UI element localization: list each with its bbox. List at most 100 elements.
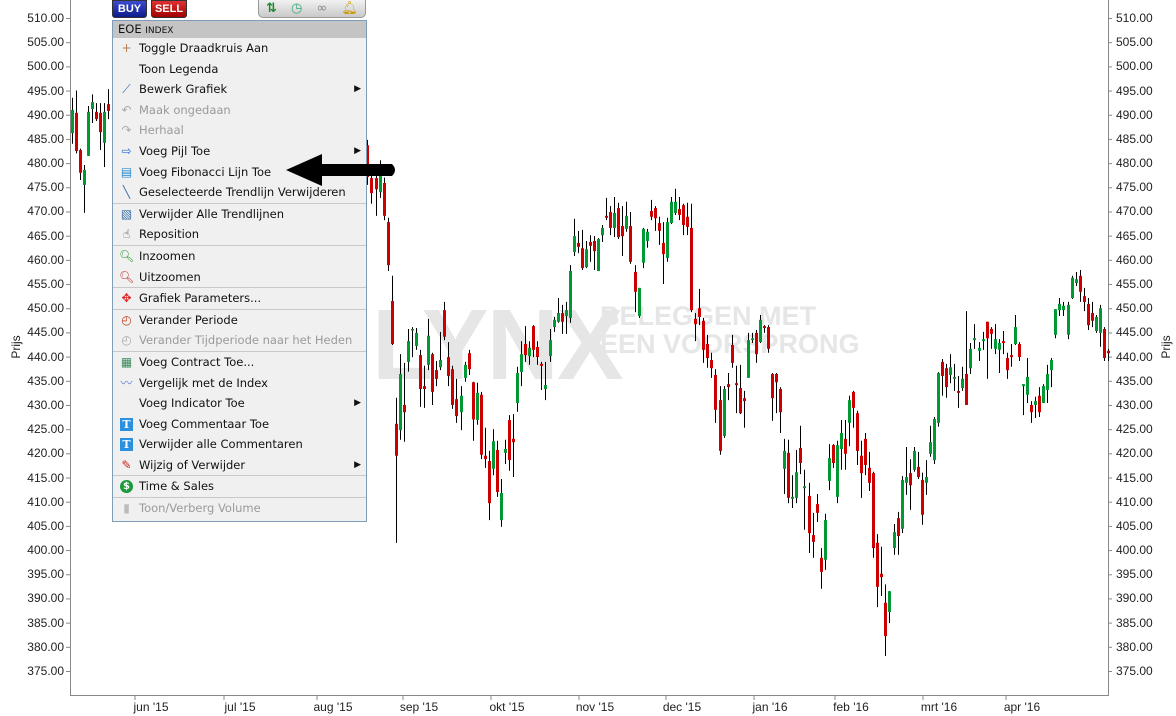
y-tick-label: 425.00 [27,422,64,437]
y-tick-label: 495.00 [27,83,64,98]
menu-item-voeg-indicator-toe[interactable]: Voeg Indicator Toe ▶ [113,393,366,414]
menu-item-grafiek-parameters[interactable]: ✥ Grafiek Parameters... [113,288,366,309]
candle-down [617,208,620,238]
candle-down [820,557,823,572]
candle-down [779,388,782,413]
candle-up [913,450,916,470]
y-tick-label: 385.00 [27,615,64,630]
candle-down [852,391,855,408]
candle-up [836,445,839,497]
candle-up [925,477,928,483]
candle-up [520,354,523,373]
candle-up [427,335,430,365]
menu-item-toggle-draadkruis-aan[interactable]: + Toggle Draadkruis Aan [113,38,366,59]
menu-item-verwijder-alle-trendlijnen[interactable]: ▧ Verwijder Alle Trendlijnen [113,204,366,225]
candle-up [476,392,479,420]
menu-item-label: Verander Periode [139,312,238,327]
menu-item-toon-verberg-volume[interactable]: ▮ Toon/Verberg Volume [113,498,366,519]
candle-down [468,353,471,370]
candle-down [799,448,802,464]
y-tick-label: 440.00 [1116,349,1153,364]
y-tick-label: 465.00 [1116,228,1153,243]
candle-down [1030,404,1033,413]
candle-down [812,535,815,542]
menu-item-herhaal[interactable]: ↷ Herhaal [113,120,366,141]
menu-item-wijzig-of-verwijder[interactable]: ✎ Wijzig of Verwijder ▶ [113,455,366,476]
arrows-up-down-icon[interactable]: ⇅ [266,1,277,16]
menu-item-uitzoomen[interactable]: 🔍︎ Uitzoomen [113,267,366,288]
y-tick-label: 375.00 [1116,663,1153,678]
candle-down [609,211,612,228]
menu-item-verander-periode[interactable]: ◴ Verander Periode [113,310,366,331]
menu-item-voeg-pijl-toe[interactable]: ⇨ Voeg Pijl Toe ▶ [113,141,366,162]
candle-down [536,346,539,358]
candle-down [581,248,584,269]
clock-icon[interactable]: ◷ [291,1,302,16]
menu-item-reposition[interactable]: ☝ Reposition [113,224,366,245]
candle-up [597,239,600,271]
candle-up [549,340,552,357]
candle-up [87,111,90,156]
candle-down [763,326,766,329]
sell-button[interactable]: SELL [151,0,187,18]
y-tick-label: 475.00 [1116,180,1153,195]
candle-down [621,225,624,237]
candle-up [492,441,495,469]
candle-down [540,363,543,366]
candle-down [921,479,924,515]
trendline-delete-icon: ╲ [122,185,131,200]
candle-down [986,321,989,339]
menu-item-toon-legenda[interactable]: Toon Legenda [113,59,366,80]
candle-up [553,319,556,328]
candle-up [91,102,94,109]
candle-down [634,271,637,292]
candle-up [464,364,467,378]
menu-item-voeg-contract-toe[interactable]: ▦ Voeg Contract Toe... [113,352,366,373]
menu-item-inzoomen[interactable]: 🔍︎ Inzoomen [113,246,366,267]
zoom-in-icon: 🔍︎ [119,248,135,263]
y-tick-label: 400.00 [27,543,64,558]
candle-down [884,602,887,637]
menu-item-label: Voeg Fibonacci Lijn Toe [139,164,272,179]
menu-item-geselecteerde-trendlijn-verwijderen[interactable]: ╲ Geselecteerde Trendlijn Verwijderen [113,182,366,203]
candle-down [860,455,863,474]
candle-down [694,318,697,325]
candle-up [905,477,908,483]
menu-item-time-sales[interactable]: $ Time & Sales [113,476,366,497]
menu-item-label: Toon Legenda [139,61,219,76]
candle-down [1002,341,1005,344]
candle-down [832,445,835,464]
menu-item-label: Toon/Verberg Volume [139,501,261,516]
menu-header: EOE INDEX [113,21,366,38]
menu-item-maak-ongedaan[interactable]: ↶ Maak ongedaan [113,100,366,121]
chain-link-icon[interactable]: ∞ [316,1,327,16]
menu-item-vergelijk-met-de-index[interactable]: 〰 Vergelijk met de Index [113,373,366,394]
x-tick-label: jun '15 [133,700,169,714]
menu-item-bewerk-grafiek[interactable]: ⟋ Bewerk Grafiek ▶ [113,79,366,100]
menu-item-voeg-commentaar-toe[interactable]: T Voeg Commentaar Toe [113,414,366,435]
y-tick-label: 420.00 [27,446,64,461]
zoom-out-icon: 🔍︎ [119,269,135,284]
candle-up [1062,305,1065,311]
buy-button[interactable]: BUY [112,0,147,18]
candle-down [706,344,709,359]
menu-item-voeg-fibonacci-lijn-toe[interactable]: ▤ Voeg Fibonacci Lijn Toe [113,162,366,183]
y-tick-label: 495.00 [1116,83,1153,98]
menu-item-verwijder-alle-commentaren[interactable]: T Verwijder alle Commentaren [113,434,366,455]
y-tick-label: 380.00 [1116,639,1153,654]
menu-item-label: Reposition [139,227,200,242]
bell-icon[interactable]: 🔔︎ [341,1,358,16]
candle-down [443,310,446,337]
candle-up [638,287,641,316]
candle-up [888,591,891,612]
candle-up [674,201,677,213]
candle-up [973,338,976,341]
menu-item-label: Voeg Pijl Toe [139,143,211,158]
candle-up [439,359,442,368]
y-tick-label: 505.00 [1116,35,1153,50]
candle-down [423,386,426,389]
menu-title-suffix: INDEX [145,26,174,36]
redo-icon: ↷ [121,123,132,138]
candle-down [856,413,859,451]
menu-item-verander-tijdperiode-naar-het-heden[interactable]: ◴ Verander Tijdperiode naar het Heden [113,330,366,351]
